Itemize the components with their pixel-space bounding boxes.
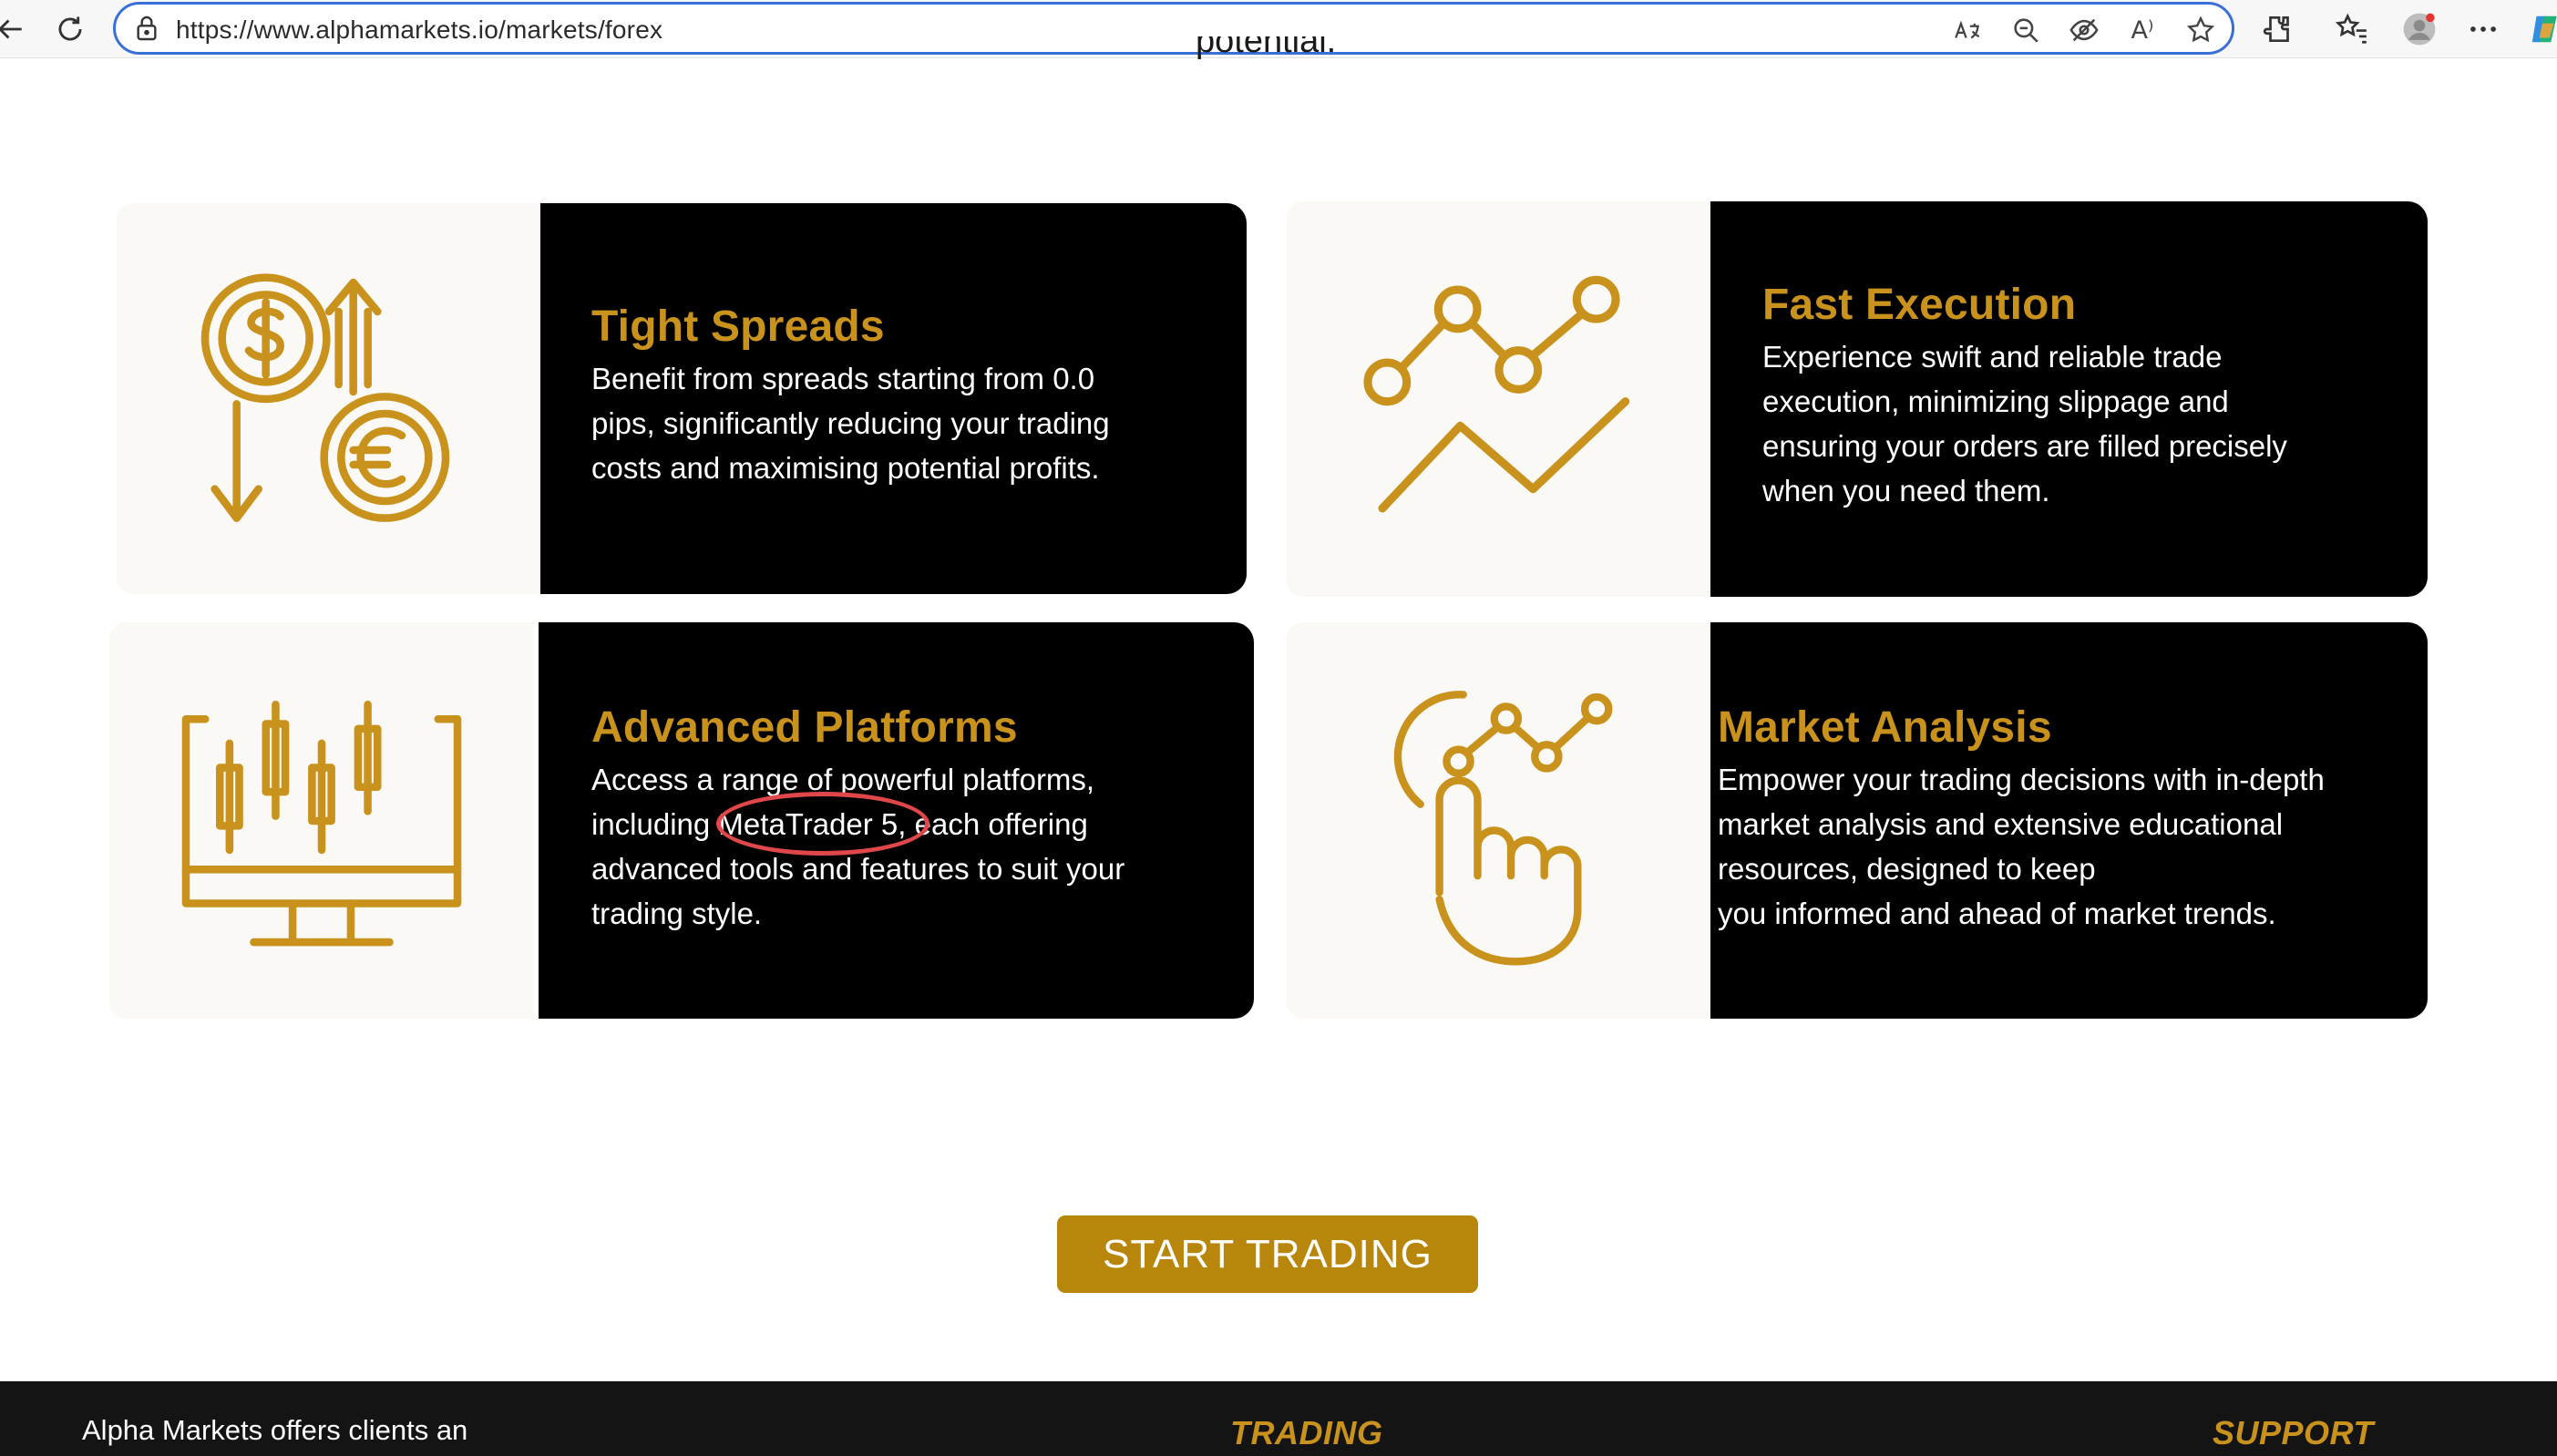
extensions-icon[interactable] [2256,6,2302,52]
address-bar[interactable]: https://www.alphamarkets.io/markets/fore… [113,2,2234,55]
feature-art-panel [109,622,533,1019]
feature-art-panel [117,203,540,594]
zoom-out-icon[interactable] [2008,12,2044,48]
trend-line-icon [1362,275,1629,513]
more-options-icon[interactable] [2460,6,2506,52]
feature-card-tight-spreads: Tight Spreads Benefit from spreads start… [117,203,1247,594]
feature-title: Advanced Platforms [591,703,1018,752]
feature-description: Experience swift and reliable trade exec… [1762,340,2287,508]
feature-card-advanced-platforms: Advanced Platforms Access a range of pow… [109,622,1254,1019]
touch-chart-icon [1393,690,1612,965]
footer-heading-support: SUPPORT [2213,1414,2374,1451]
footer-about-text: Alpha Markets offers clients an [82,1414,468,1446]
translate-icon[interactable] [1949,12,1986,48]
feature-card-market-analysis: Market Analysis Empower your trading dec… [1287,622,2428,1019]
feature-description: Empower your trading decisions with in-d… [1718,763,2325,930]
feature-card-fast-execution: Fast Execution Experience swift and reli… [1287,201,2428,597]
favorite-star-icon[interactable] [2182,12,2219,48]
feature-text-panel: Market Analysis Empower your trading dec… [1710,622,2428,1019]
read-aloud-glyph: A⁾ [2131,15,2154,45]
start-trading-button[interactable]: START TRADING [1057,1215,1478,1293]
currency-exchange-icon [200,272,449,522]
annotation-circle [716,792,929,856]
feature-title: Fast Execution [1762,281,2077,329]
read-aloud-icon[interactable]: A⁾ [2124,12,2161,48]
intro-text: potential. [1196,36,1337,60]
feature-art-panel [1287,622,1710,1019]
candlestick-monitor-icon [181,700,461,946]
site-footer: Alpha Markets offers clients an TRADING … [0,1381,2557,1456]
footer-heading-trading: TRADING [1230,1414,1383,1451]
feature-title: Market Analysis [1718,703,2052,752]
lock-icon[interactable] [132,14,161,43]
profile-avatar[interactable] [2397,6,2442,52]
feature-text-panel: Tight Spreads Benefit from spreads start… [540,203,1247,594]
feature-text-panel: Fast Execution Experience swift and reli… [1710,201,2428,597]
tracking-prevention-icon[interactable] [2066,12,2102,48]
url-text[interactable]: https://www.alphamarkets.io/markets/fore… [176,15,662,45]
refresh-icon[interactable] [47,6,93,52]
feature-title: Tight Spreads [591,302,885,351]
feature-art-panel [1287,201,1710,597]
favorites-bar-icon[interactable] [2329,6,2375,52]
feature-description: Benefit from spreads starting from 0.0 p… [591,362,1110,485]
copilot-icon[interactable] [2522,6,2557,52]
intro-text-fragment: potential. [1196,36,1336,64]
back-icon[interactable] [0,6,33,52]
